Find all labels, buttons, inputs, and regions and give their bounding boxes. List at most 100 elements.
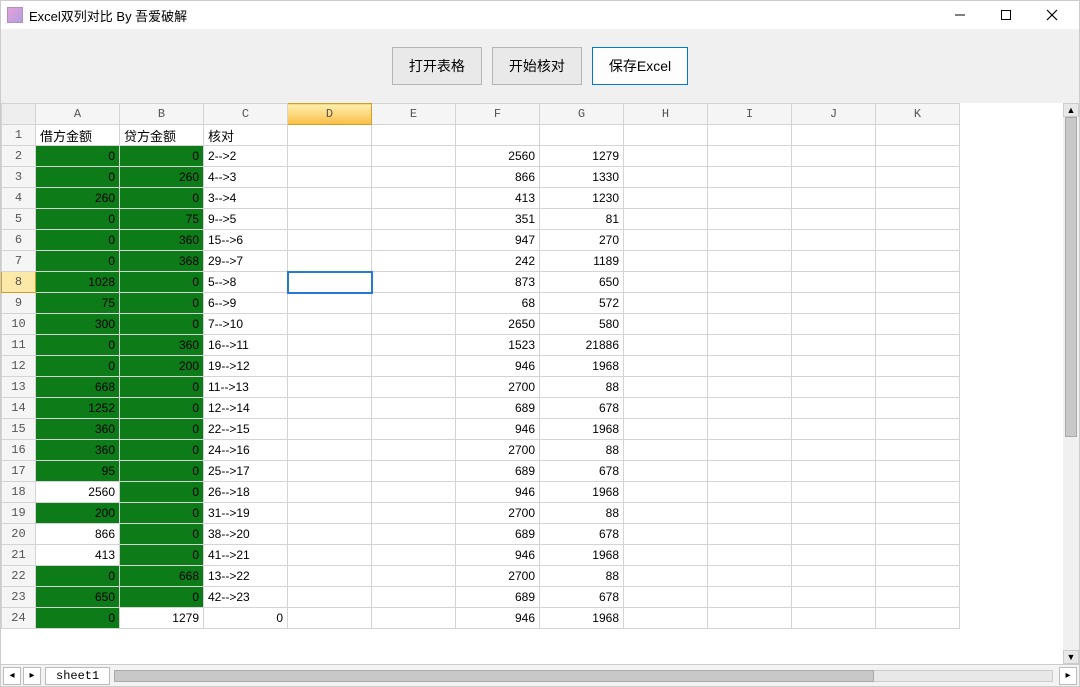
cell[interactable]: 42-->23: [204, 587, 288, 608]
cell[interactable]: [456, 125, 540, 146]
cell[interactable]: 360: [120, 230, 204, 251]
cell[interactable]: 0: [120, 440, 204, 461]
cell[interactable]: [624, 587, 708, 608]
cell[interactable]: [792, 503, 876, 524]
cell[interactable]: [792, 251, 876, 272]
cell[interactable]: 0: [120, 377, 204, 398]
cell[interactable]: [288, 482, 372, 503]
cell[interactable]: 2560: [36, 482, 120, 503]
cell[interactable]: [372, 377, 456, 398]
cell[interactable]: 2700: [456, 566, 540, 587]
cell[interactable]: [372, 608, 456, 629]
cell[interactable]: 678: [540, 461, 624, 482]
cell[interactable]: [708, 314, 792, 335]
cell[interactable]: [876, 335, 960, 356]
cell[interactable]: 689: [456, 524, 540, 545]
cell[interactable]: 1523: [456, 335, 540, 356]
cell[interactable]: [792, 272, 876, 293]
cell[interactable]: [876, 167, 960, 188]
cell[interactable]: [288, 524, 372, 545]
cell[interactable]: 81: [540, 209, 624, 230]
column-header-B[interactable]: B: [120, 104, 204, 125]
cell[interactable]: [372, 167, 456, 188]
cell[interactable]: [372, 356, 456, 377]
cell[interactable]: 26-->18: [204, 482, 288, 503]
cell[interactable]: 0: [120, 482, 204, 503]
cell[interactable]: 1189: [540, 251, 624, 272]
cell[interactable]: [876, 230, 960, 251]
cell[interactable]: [288, 398, 372, 419]
cell[interactable]: 260: [36, 188, 120, 209]
row-header[interactable]: 5: [2, 209, 36, 230]
row-header[interactable]: 16: [2, 440, 36, 461]
cell[interactable]: [792, 356, 876, 377]
cell[interactable]: 866: [456, 167, 540, 188]
select-all-corner[interactable]: [2, 104, 36, 125]
cell[interactable]: 88: [540, 440, 624, 461]
cell[interactable]: [876, 566, 960, 587]
cell[interactable]: [288, 125, 372, 146]
cell[interactable]: [288, 440, 372, 461]
cell[interactable]: 689: [456, 587, 540, 608]
cell[interactable]: [876, 608, 960, 629]
cell[interactable]: 946: [456, 356, 540, 377]
cell[interactable]: 29-->7: [204, 251, 288, 272]
cell[interactable]: 650: [36, 587, 120, 608]
cell[interactable]: 22-->15: [204, 419, 288, 440]
cell[interactable]: [792, 209, 876, 230]
column-header-D[interactable]: D: [288, 104, 372, 125]
column-header-F[interactable]: F: [456, 104, 540, 125]
cell[interactable]: 25-->17: [204, 461, 288, 482]
cell[interactable]: [288, 272, 372, 293]
cell[interactable]: [372, 251, 456, 272]
cell[interactable]: 0: [204, 608, 288, 629]
cell[interactable]: 200: [36, 503, 120, 524]
cell[interactable]: [876, 272, 960, 293]
cell[interactable]: 572: [540, 293, 624, 314]
row-header[interactable]: 2: [2, 146, 36, 167]
column-header-C[interactable]: C: [204, 104, 288, 125]
cell[interactable]: 0: [36, 146, 120, 167]
cell[interactable]: 1279: [540, 146, 624, 167]
cell[interactable]: [624, 608, 708, 629]
cell[interactable]: [288, 293, 372, 314]
cell[interactable]: [792, 419, 876, 440]
cell[interactable]: 0: [120, 461, 204, 482]
cell[interactable]: [792, 440, 876, 461]
cell[interactable]: [624, 125, 708, 146]
cell[interactable]: [624, 335, 708, 356]
cell[interactable]: 360: [36, 419, 120, 440]
row-header[interactable]: 19: [2, 503, 36, 524]
cell[interactable]: [288, 566, 372, 587]
cell[interactable]: [792, 293, 876, 314]
cell[interactable]: [288, 335, 372, 356]
cell[interactable]: 678: [540, 587, 624, 608]
cell[interactable]: [288, 377, 372, 398]
vertical-scrollbar[interactable]: ▲ ▼: [1063, 103, 1079, 664]
cell[interactable]: 946: [456, 482, 540, 503]
cell[interactable]: [708, 209, 792, 230]
cell[interactable]: 13-->22: [204, 566, 288, 587]
cell[interactable]: 0: [120, 587, 204, 608]
cell[interactable]: 2-->2: [204, 146, 288, 167]
cell[interactable]: 260: [120, 167, 204, 188]
cell[interactable]: [624, 230, 708, 251]
row-header[interactable]: 22: [2, 566, 36, 587]
hscroll-thumb[interactable]: [114, 670, 874, 682]
cell[interactable]: [792, 398, 876, 419]
cell[interactable]: [708, 377, 792, 398]
column-header-K[interactable]: K: [876, 104, 960, 125]
row-header[interactable]: 14: [2, 398, 36, 419]
cell[interactable]: [708, 545, 792, 566]
cell[interactable]: 946: [456, 545, 540, 566]
sheet-nav-first[interactable]: ◂: [3, 667, 21, 685]
cell[interactable]: [876, 482, 960, 503]
cell[interactable]: [372, 209, 456, 230]
cell[interactable]: 31-->19: [204, 503, 288, 524]
cell[interactable]: [540, 125, 624, 146]
cell[interactable]: 360: [120, 335, 204, 356]
row-header[interactable]: 24: [2, 608, 36, 629]
cell[interactable]: [792, 482, 876, 503]
cell[interactable]: [708, 293, 792, 314]
cell[interactable]: [876, 419, 960, 440]
